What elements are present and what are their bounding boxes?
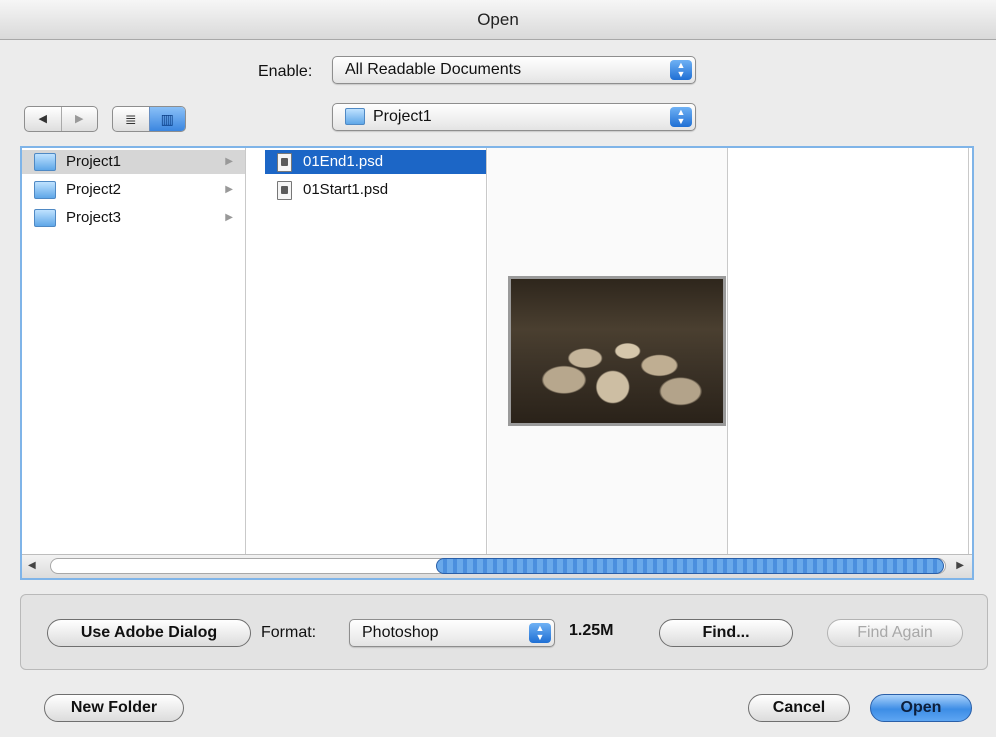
horizontal-scrollbar[interactable]: ◀ ▶ [22,554,972,578]
find-again-button[interactable]: Find Again [827,619,963,647]
folder-icon [34,153,56,171]
scroll-thumb[interactable] [436,558,944,574]
folder-icon [345,108,365,125]
navigation-buttons: ◀ ▶ [24,106,98,132]
cancel-button[interactable]: Cancel [748,694,850,722]
list-item[interactable]: 01End1.psd [265,150,486,174]
psd-document-icon [277,153,292,172]
folder-icon [34,209,56,227]
location-popup[interactable]: Project1 ▲ ▼ [332,103,696,131]
chevron-right-icon: ▶ [225,184,233,195]
popup-arrows-icon: ▲ ▼ [670,107,692,127]
folders-column: Project1 ▶ Project2 ▶ Project3 ▶ [22,148,246,554]
list-item[interactable]: Project3 ▶ [22,206,245,230]
file-label: 01End1.psd [303,153,384,170]
find-button[interactable]: Find... [659,619,793,647]
location-popup-value: Project1 [373,108,432,125]
file-size: 1.25M [569,622,614,639]
view-mode-buttons: ≣ ▥ [112,106,186,132]
window-title: Open [0,0,996,40]
open-button[interactable]: Open [870,694,972,722]
scroll-left-icon[interactable]: ◀ [28,560,36,571]
options-panel: Use Adobe Dialog Format: Photoshop ▲ ▼ 1.… [20,594,988,670]
back-icon[interactable]: ◀ [25,107,61,131]
file-browser: Project1 ▶ Project2 ▶ Project3 ▶ 01End1.… [20,146,974,580]
list-item[interactable]: 01Start1.psd [265,178,486,202]
use-adobe-dialog-button[interactable]: Use Adobe Dialog [47,619,251,647]
enable-popup-value: All Readable Documents [345,61,522,78]
popup-arrows-icon: ▲ ▼ [529,623,551,643]
popup-arrows-icon: ▲ ▼ [670,60,692,80]
column-view-icon[interactable]: ▥ [148,107,185,131]
enable-label: Enable: [258,63,313,80]
format-popup[interactable]: Photoshop ▲ ▼ [349,619,555,647]
enable-popup[interactable]: All Readable Documents ▲ ▼ [332,56,696,84]
scroll-right-icon[interactable]: ▶ [956,560,964,571]
preview-thumbnail [508,276,726,426]
empty-column [729,148,969,554]
format-label: Format: [261,624,317,641]
folder-label: Project3 [66,209,122,226]
chevron-right-icon: ▶ [225,156,233,167]
folder-label: Project1 [66,153,122,170]
files-column: 01End1.psd 01Start1.psd [247,148,487,554]
forward-icon[interactable]: ▶ [60,107,98,131]
file-label: 01Start1.psd [303,181,389,198]
list-view-icon[interactable]: ≣ [113,107,149,131]
list-item[interactable]: Project1 ▶ [22,150,245,174]
format-popup-value: Photoshop [362,624,439,641]
folder-label: Project2 [66,181,122,198]
new-folder-button[interactable]: New Folder [44,694,184,722]
chevron-right-icon: ▶ [225,212,233,223]
list-item[interactable]: Project2 ▶ [22,178,245,202]
folder-icon [34,181,56,199]
psd-document-icon [277,181,292,200]
